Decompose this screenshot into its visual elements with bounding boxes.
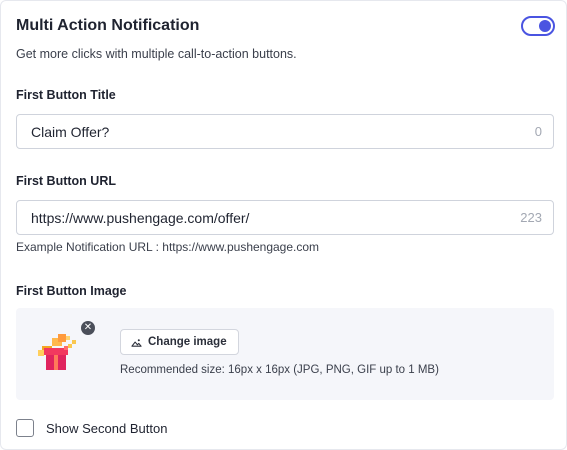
- section-subtitle: Get more clicks with multiple call-to-ac…: [16, 47, 297, 61]
- show-second-button-row[interactable]: Show Second Button: [16, 419, 167, 437]
- image-upload-area: ✕ Change image Recommended size: 16px x …: [16, 308, 554, 400]
- gift-icon: [38, 334, 76, 370]
- show-second-button-label[interactable]: Show Second Button: [46, 421, 167, 436]
- first-button-title-value: Claim Offer?: [31, 124, 110, 140]
- image-icon: [131, 338, 142, 347]
- first-button-url-label: First Button URL: [16, 174, 116, 188]
- url-example-hint: Example Notification URL : https://www.p…: [16, 240, 320, 254]
- first-button-url-counter: 223: [520, 210, 542, 225]
- first-button-title-label: First Button Title: [16, 88, 116, 102]
- first-button-image-label: First Button Image: [16, 284, 127, 298]
- first-button-url-value: https://www.pushengage.com/offer/: [31, 210, 250, 226]
- change-image-label: Change image: [148, 336, 227, 348]
- section-title: Multi Action Notification: [16, 17, 200, 34]
- change-image-button[interactable]: Change image: [120, 329, 239, 355]
- show-second-button-checkbox[interactable]: [16, 419, 34, 437]
- recommended-size-text: Recommended size: 16px x 16px (JPG, PNG,…: [120, 364, 439, 376]
- close-icon[interactable]: ✕: [81, 321, 95, 335]
- first-button-url-input[interactable]: https://www.pushengage.com/offer/ 223: [16, 200, 554, 235]
- first-button-title-counter: 0: [534, 124, 542, 139]
- first-button-title-input[interactable]: Claim Offer? 0: [16, 114, 554, 149]
- toggle-knob: [539, 20, 551, 32]
- multi-action-toggle[interactable]: [521, 16, 555, 36]
- multi-action-panel: Multi Action Notification Get more click…: [0, 0, 567, 450]
